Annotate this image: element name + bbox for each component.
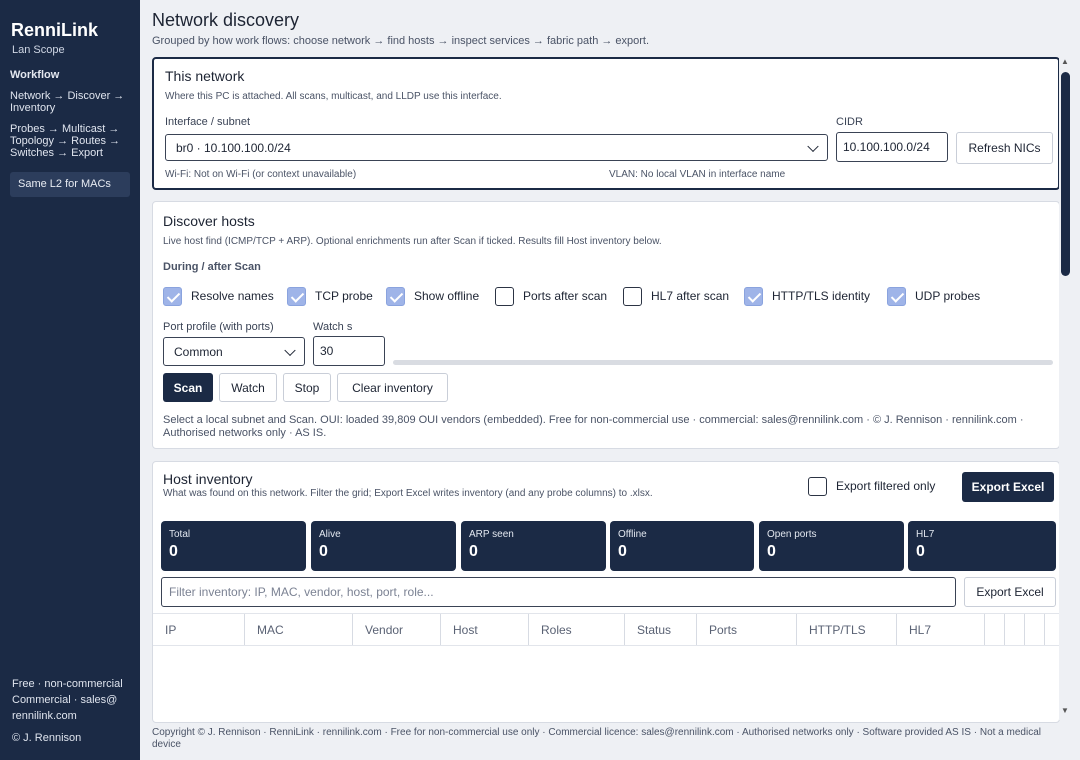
port-profile-select[interactable]: Common — [163, 337, 305, 366]
discover-panel: Discover hosts Live host find (ICMP/TCP … — [152, 201, 1060, 449]
wifi-status: Wi-Fi: Not on Wi-Fi (or context unavaila… — [165, 169, 357, 180]
chevron-down-icon — [284, 344, 296, 356]
export-filtered-checkbox[interactable] — [808, 477, 827, 496]
watch-button[interactable]: Watch — [219, 373, 277, 402]
stat-label: Offline — [618, 529, 647, 540]
brand-subtitle: Lan Scope — [12, 44, 65, 56]
interface-label: Interface / subnet — [165, 116, 250, 128]
column-status[interactable]: Status — [625, 614, 697, 645]
udp-probes-label: UDP probes — [915, 289, 981, 303]
brand-name: RenniLink — [11, 20, 99, 40]
network-panel: This network Where this PC is attached. … — [152, 57, 1060, 190]
interface-select[interactable]: br0 · 10.100.100.0/24 — [165, 134, 828, 161]
resolve-names-checkbox[interactable] — [163, 287, 182, 306]
stat-open-ports: Open ports 0 — [759, 521, 904, 571]
stat-total: Total 0 — [161, 521, 306, 571]
scan-status-text: Select a local subnet and Scan. OUI: loa… — [163, 414, 1024, 439]
column-mac[interactable]: MAC — [245, 614, 353, 645]
watch-seconds-label: Watch s — [313, 321, 353, 333]
show-offline-checkbox[interactable] — [386, 287, 405, 306]
discover-heading: Discover hosts — [163, 213, 255, 229]
export-filtered-label: Export filtered only — [836, 479, 936, 493]
discover-description: Live host find (ICMP/TCP + ARP). Optiona… — [163, 236, 662, 247]
stat-label: HL7 — [916, 529, 935, 540]
sidebar: RenniLink Lan Scope Workflow Network → D… — [0, 0, 140, 760]
page-title: Network discovery — [152, 10, 300, 30]
stat-label: Total — [169, 529, 191, 540]
stat-value: 0 — [469, 543, 478, 560]
show-offline-label: Show offline — [414, 289, 480, 303]
scroll-up-icon[interactable]: ▲ — [1061, 57, 1069, 66]
ports-after-scan-label: Ports after scan — [523, 289, 608, 303]
hl7-after-scan-checkbox[interactable] — [623, 287, 642, 306]
http-tls-identity-checkbox[interactable] — [744, 287, 763, 306]
ports-after-scan-checkbox[interactable] — [495, 287, 514, 306]
page-subtitle: Grouped by how work flows: choose networ… — [152, 35, 650, 47]
stat-value: 0 — [767, 543, 776, 560]
options-heading: During / after Scan — [163, 261, 261, 273]
vlan-status: VLAN: No local VLAN in interface name — [609, 169, 786, 180]
inventory-filter-input[interactable] — [161, 577, 956, 607]
stat-arp-seen: ARP seen 0 — [461, 521, 606, 571]
inventory-grid-header: IP MAC Vendor Host Roles Status Ports HT… — [153, 613, 1059, 646]
stat-value: 0 — [169, 543, 178, 560]
stat-value: 0 — [618, 543, 627, 560]
hl7-after-scan-label: HL7 after scan — [651, 289, 730, 303]
scrollbar-thumb[interactable] — [1061, 72, 1070, 276]
inventory-heading: Host inventory — [163, 471, 253, 487]
resolve-names-label: Resolve names — [191, 289, 274, 303]
scan-button[interactable]: Scan — [163, 373, 213, 402]
stat-label: Open ports — [767, 529, 817, 540]
sidebar-copyright: © J. Rennison — [12, 732, 82, 744]
column-hl7[interactable]: HL7 — [897, 614, 985, 645]
inventory-panel: Host inventory What was found on this ne… — [152, 461, 1060, 723]
column-extra-1[interactable] — [985, 614, 1005, 645]
scan-progress-bar — [393, 360, 1053, 365]
workflow-heading: Workflow — [10, 69, 60, 81]
stat-alive: Alive 0 — [311, 521, 456, 571]
column-http-tls[interactable]: HTTP/TLS — [797, 614, 897, 645]
column-ip[interactable]: IP — [153, 614, 245, 645]
stat-value: 0 — [319, 543, 328, 560]
export-excel-button[interactable]: Export Excel — [962, 472, 1054, 502]
same-l2-button[interactable]: Same L2 for MACs — [10, 172, 130, 197]
stat-hl7: HL7 0 — [908, 521, 1056, 571]
export-excel-secondary-button[interactable]: Export Excel — [964, 577, 1056, 607]
port-profile-label: Port profile (with ports) — [163, 321, 274, 333]
workflow-steps-1: Network → Discover → Inventory — [10, 90, 125, 114]
column-host[interactable]: Host — [441, 614, 529, 645]
network-heading: This network — [165, 68, 245, 84]
stat-label: ARP seen — [469, 529, 514, 540]
clear-inventory-button[interactable]: Clear inventory — [337, 373, 448, 402]
refresh-nics-button[interactable]: Refresh NICs — [956, 132, 1053, 164]
scroll-down-icon[interactable]: ▼ — [1061, 706, 1069, 715]
column-extra-2[interactable] — [1005, 614, 1025, 645]
udp-probes-checkbox[interactable] — [887, 287, 906, 306]
chevron-down-icon — [807, 140, 819, 152]
interface-value: br0 · 10.100.100.0/24 — [176, 140, 291, 155]
stop-button[interactable]: Stop — [283, 373, 331, 402]
column-vendor[interactable]: Vendor — [353, 614, 441, 645]
stat-offline: Offline 0 — [610, 521, 754, 571]
port-profile-value: Common — [174, 344, 223, 359]
watch-seconds-input[interactable]: 30 — [313, 336, 385, 366]
stat-value: 0 — [916, 543, 925, 560]
cidr-input[interactable]: 10.100.100.0/24 — [836, 132, 948, 162]
stat-label: Alive — [319, 529, 341, 540]
cidr-label: CIDR — [836, 116, 863, 128]
sidebar-license: Free · non-commercial Commercial · sales… — [12, 678, 123, 722]
tcp-probe-label: TCP probe — [315, 289, 373, 303]
column-ports[interactable]: Ports — [697, 614, 797, 645]
http-tls-identity-label: HTTP/TLS identity — [772, 289, 871, 303]
page-footer: Copyright © J. Rennison · RenniLink · re… — [152, 727, 1041, 750]
tcp-probe-checkbox[interactable] — [287, 287, 306, 306]
column-extra-3[interactable] — [1025, 614, 1045, 645]
column-roles[interactable]: Roles — [529, 614, 625, 645]
workflow-steps-2: Probes → Multicast → Topology → Routes →… — [10, 123, 121, 159]
network-description: Where this PC is attached. All scans, mu… — [165, 91, 502, 102]
inventory-description: What was found on this network. Filter t… — [163, 488, 653, 499]
